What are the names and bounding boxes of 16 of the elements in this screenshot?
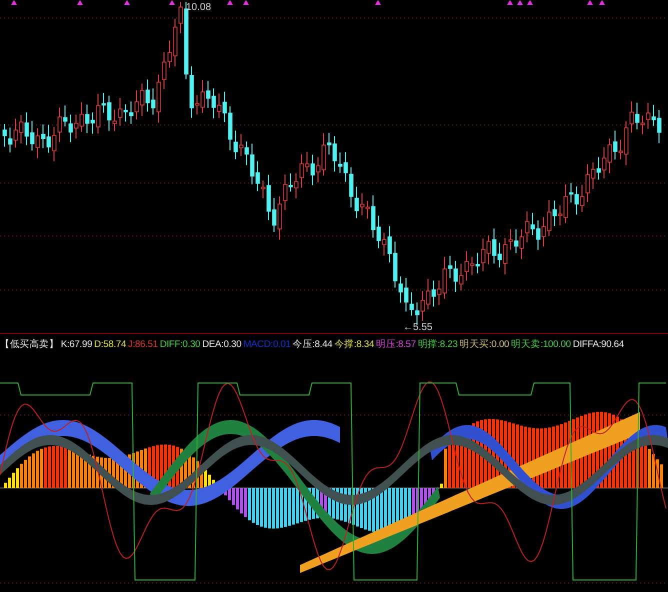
- indicator-value: 明天买:0.00: [460, 338, 510, 351]
- indicator-value: 明压:8.57: [376, 338, 416, 351]
- indicator-value: 明撑:8.23: [418, 338, 458, 351]
- indicator-value: J:86.51: [128, 339, 158, 350]
- high-price-label: 10.08: [186, 2, 212, 13]
- indicator-value: D:58.74: [94, 339, 126, 350]
- indicator-value: DEA:0.30: [202, 339, 242, 350]
- indicator-title: 【低买高卖】: [0, 338, 59, 351]
- indicator-value: 今压:8.44: [292, 338, 332, 351]
- indicator-value: DIFFA:90.64: [572, 339, 624, 350]
- indicator-value: MACD:0.01: [243, 339, 291, 350]
- indicator-value: 今撑:8.34: [334, 338, 374, 351]
- indicator-value: 明天卖:100.00: [511, 338, 571, 351]
- indicator-value: K:67.99: [60, 339, 92, 350]
- low-price-label: ←5.55: [403, 322, 432, 333]
- indicator-value: DIFF:0.30: [160, 339, 200, 350]
